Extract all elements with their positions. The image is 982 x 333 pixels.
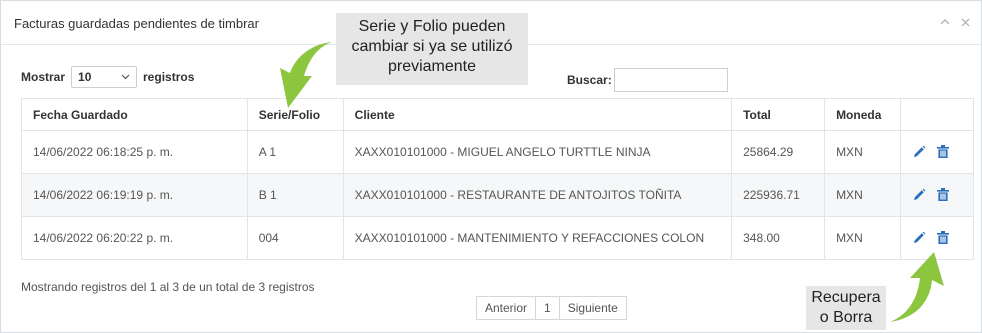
chevron-up-icon[interactable] <box>939 15 951 29</box>
cell-actions <box>900 130 974 174</box>
cell-serie: B 1 <box>246 173 344 217</box>
column-header-moneda[interactable]: Moneda <box>824 98 902 131</box>
cell-fecha: 14/06/2022 06:20:22 p. m. <box>21 216 248 260</box>
close-icon[interactable] <box>959 15 971 29</box>
arrow-down-left-icon <box>280 42 332 108</box>
previous-page-button[interactable]: Anterior <box>476 296 537 320</box>
cell-total: 25864.29 <box>731 130 826 174</box>
search-label: Buscar: <box>567 73 612 87</box>
note-line: Recupera <box>811 289 881 306</box>
note-line: cambiar si ya se utilizó <box>351 38 513 55</box>
page-length-value: 10 <box>78 70 92 84</box>
cell-moneda: MXN <box>824 173 902 217</box>
table-info: Mostrando registros del 1 al 3 de un tot… <box>21 280 315 294</box>
show-label: Mostrar <box>21 70 66 84</box>
records-label: registros <box>143 70 195 84</box>
note-line: o Borra <box>819 309 873 326</box>
arrow-up-right-icon <box>890 252 944 322</box>
cell-actions <box>900 173 974 217</box>
panel-title: Facturas guardadas pendientes de timbrar <box>14 16 259 31</box>
cell-total: 348.00 <box>731 216 826 260</box>
actions-note: Recupera o Borra <box>806 286 886 330</box>
cell-fecha: 14/06/2022 06:19:19 p. m. <box>21 173 248 217</box>
note-line: previamente <box>387 58 477 75</box>
cell-cliente: XAXX010101000 - MIGUEL ANGELO TURTTLE NI… <box>342 130 733 174</box>
cell-cliente: XAXX010101000 - RESTAURANTE DE ANTOJITOS… <box>342 173 733 217</box>
table-row: 14/06/2022 06:20:22 p. m. 004 XAXX010101… <box>21 216 974 260</box>
column-header-cliente[interactable]: Cliente <box>342 98 733 131</box>
page-length-select[interactable]: 10 <box>71 66 138 88</box>
column-header-total[interactable]: Total <box>731 98 826 131</box>
next-page-button[interactable]: Siguiente <box>558 296 627 320</box>
search-control: Buscar: <box>567 68 728 92</box>
serie-folio-note: Serie y Folio pueden cambiar si ya se ut… <box>336 13 528 85</box>
cell-serie: 004 <box>246 216 344 260</box>
cell-cliente: XAXX010101000 - MANTENIMIENTO Y REFACCIO… <box>342 216 733 260</box>
pencil-icon[interactable] <box>912 188 926 202</box>
trash-icon[interactable] <box>936 231 950 245</box>
pagination: Anterior 1 Siguiente <box>476 296 627 320</box>
panel-tools <box>939 15 971 29</box>
column-header-actions <box>900 98 974 131</box>
page-length-control: Mostrar 10 registros <box>21 66 194 88</box>
page-1-button[interactable]: 1 <box>535 296 560 320</box>
pencil-icon[interactable] <box>912 231 926 245</box>
cell-fecha: 14/06/2022 06:18:25 p. m. <box>21 130 248 174</box>
cell-total: 225936.71 <box>731 173 826 217</box>
chevron-down-icon <box>121 74 130 80</box>
search-input[interactable] <box>613 68 728 92</box>
invoices-table: Fecha Guardado Serie/Folio Cliente Total… <box>21 98 974 260</box>
pencil-icon[interactable] <box>912 145 926 159</box>
table-header-row: Fecha Guardado Serie/Folio Cliente Total… <box>21 98 974 131</box>
cell-serie: A 1 <box>246 130 344 174</box>
cell-moneda: MXN <box>824 130 902 174</box>
trash-icon[interactable] <box>936 145 950 159</box>
table-row: 14/06/2022 06:18:25 p. m. A 1 XAXX010101… <box>21 130 974 174</box>
trash-icon[interactable] <box>936 188 950 202</box>
column-header-fecha[interactable]: Fecha Guardado <box>21 98 248 131</box>
table-row: 14/06/2022 06:19:19 p. m. B 1 XAXX010101… <box>21 173 974 217</box>
note-line: Serie y Folio pueden <box>358 18 506 35</box>
